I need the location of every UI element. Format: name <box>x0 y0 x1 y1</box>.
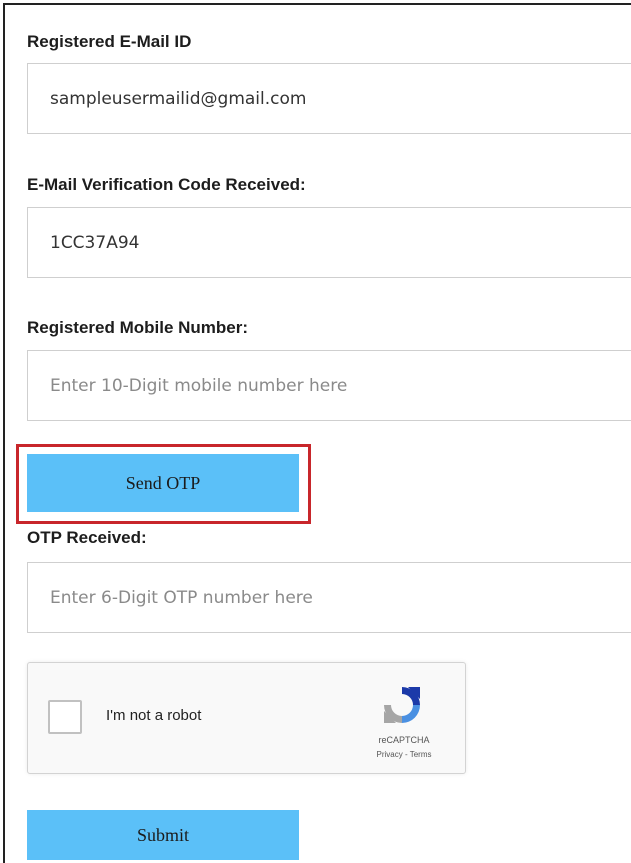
otp-label: OTP Received: <box>27 528 147 547</box>
submit-button[interactable]: Submit <box>27 810 299 860</box>
email-label: Registered E-Mail ID <box>27 32 192 51</box>
verification-code-label: E-Mail Verification Code Received: <box>27 175 306 194</box>
email-field[interactable]: sampleusermailid@gmail.com <box>27 63 631 134</box>
recaptcha-brand: reCAPTCHA <box>378 735 430 745</box>
recaptcha-label: I'm not a robot <box>106 707 202 724</box>
send-otp-highlight-box <box>16 444 311 524</box>
recaptcha-logo-icon <box>384 687 420 723</box>
recaptcha-links[interactable]: Privacy - Terms <box>358 750 450 759</box>
verification-code-field[interactable]: 1CC37A94 <box>27 207 631 278</box>
mobile-number-input[interactable]: Enter 10-Digit mobile number here <box>27 350 631 421</box>
recaptcha-checkbox[interactable] <box>48 700 82 734</box>
otp-input[interactable]: Enter 6-Digit OTP number here <box>27 562 631 633</box>
mobile-number-label: Registered Mobile Number: <box>27 318 249 337</box>
recaptcha-widget: I'm not a robot reCAPTCHA Privacy - Term… <box>27 662 466 774</box>
